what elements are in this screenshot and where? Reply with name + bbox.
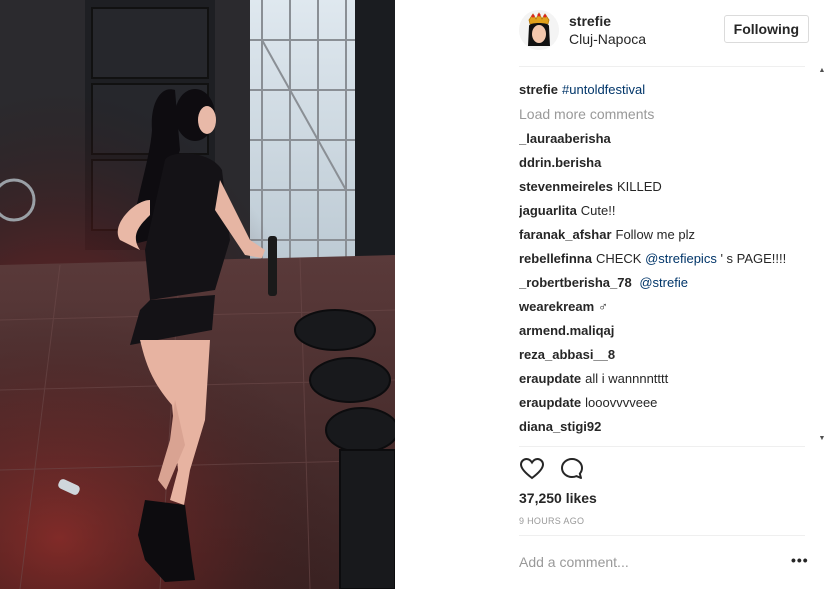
comments-scrollbar[interactable]: ▲ ▼ xyxy=(818,66,826,444)
post-photo-image xyxy=(0,0,395,589)
caption: strefie #untoldfestival xyxy=(519,78,813,102)
comment-text: ‍♂ xyxy=(598,299,608,314)
post-username[interactable]: strefie xyxy=(569,13,611,29)
comment-item: jaguarlita Cute!! xyxy=(519,199,813,223)
comment-author[interactable]: jaguarlita xyxy=(519,203,577,218)
comment-item: faranak_afshar Follow me plz xyxy=(519,223,813,247)
comment-author[interactable]: _robertberisha_78 xyxy=(519,275,632,290)
header-divider xyxy=(519,66,805,67)
comment-item: rebellefinna CHECK @strefiepics ' s PAGE!… xyxy=(519,247,813,271)
add-comment-divider xyxy=(519,535,805,536)
comment-author[interactable]: ddrin.berisha xyxy=(519,155,601,170)
caption-author[interactable]: strefie xyxy=(519,82,558,97)
comment-item: ddrin.berisha xyxy=(519,151,813,175)
comment-item: eraupdate all i wannnntttt xyxy=(519,367,813,391)
post-actions xyxy=(519,456,719,484)
comment-icon[interactable] xyxy=(559,456,585,482)
add-comment-input[interactable]: Add a comment... xyxy=(519,554,629,570)
comment-mention[interactable]: @strefiepics xyxy=(645,251,717,266)
post-timestamp[interactable]: 9 HOURS AGO xyxy=(519,516,584,526)
comment-mention[interactable]: @strefie xyxy=(639,275,688,290)
comment-author[interactable]: reza_abbasi__8 xyxy=(519,347,615,362)
likes-count[interactable]: 37,250 likes xyxy=(519,490,597,506)
load-more-comments-link[interactable]: Load more comments xyxy=(519,102,813,127)
comment-text: looovvvveee xyxy=(585,395,658,410)
comment-text: all i wannnntttt xyxy=(585,371,669,386)
more-options-icon[interactable]: ••• xyxy=(791,552,809,568)
post-location[interactable]: Cluj-Napoca xyxy=(569,31,646,47)
comment-item: eraupdate looovvvveee xyxy=(519,391,813,415)
comment-item: wearekream ‍♂ xyxy=(519,295,813,319)
comment-item: armend.maliqaj xyxy=(519,319,813,343)
avatar[interactable] xyxy=(519,10,559,50)
comments-list[interactable]: strefie #untoldfestival Load more comment… xyxy=(519,78,813,446)
comment-item: _lauraaberisha xyxy=(519,127,813,151)
following-button[interactable]: Following xyxy=(723,15,809,43)
comment-author[interactable]: wearekream xyxy=(519,299,594,314)
comments-divider xyxy=(519,446,805,447)
caption-hashtag[interactable]: #untoldfestival xyxy=(562,82,645,97)
comment-author[interactable]: eraupdate xyxy=(519,371,581,386)
comment-author[interactable]: _lauraaberisha xyxy=(519,131,611,146)
comment-text: Cute!! xyxy=(580,203,616,218)
comment-item: _robertberisha_78 @strefie xyxy=(519,271,813,295)
scroll-down-arrow-icon[interactable]: ▼ xyxy=(818,434,826,444)
comment-text: CHECK xyxy=(595,251,642,266)
comment-item: diana_stigi92 xyxy=(519,415,813,439)
comment-author[interactable]: rebellefinna xyxy=(519,251,592,266)
comment-author[interactable]: eraupdate xyxy=(519,395,581,410)
post-photo[interactable] xyxy=(0,0,395,589)
post-details-panel: strefie Cluj-Napoca Following strefie #un… xyxy=(395,0,826,589)
comment-item: reza_abbasi__8 xyxy=(519,343,813,367)
comment-author[interactable]: diana_stigi92 xyxy=(519,419,601,434)
post-header: strefie Cluj-Napoca Following xyxy=(519,10,809,50)
comment-text-after: ' s PAGE!!!! xyxy=(716,251,787,266)
heart-icon[interactable] xyxy=(519,456,545,482)
comment-text: KILLED xyxy=(616,179,662,194)
comment-item: stevenmeireles KILLED xyxy=(519,175,813,199)
comment-author[interactable]: armend.maliqaj xyxy=(519,323,614,338)
comment-author[interactable]: stevenmeireles xyxy=(519,179,613,194)
comment-author[interactable]: faranak_afshar xyxy=(519,227,612,242)
scroll-up-arrow-icon[interactable]: ▲ xyxy=(818,66,826,76)
crown-avatar-icon xyxy=(519,10,559,50)
comment-text: Follow me plz xyxy=(615,227,695,242)
